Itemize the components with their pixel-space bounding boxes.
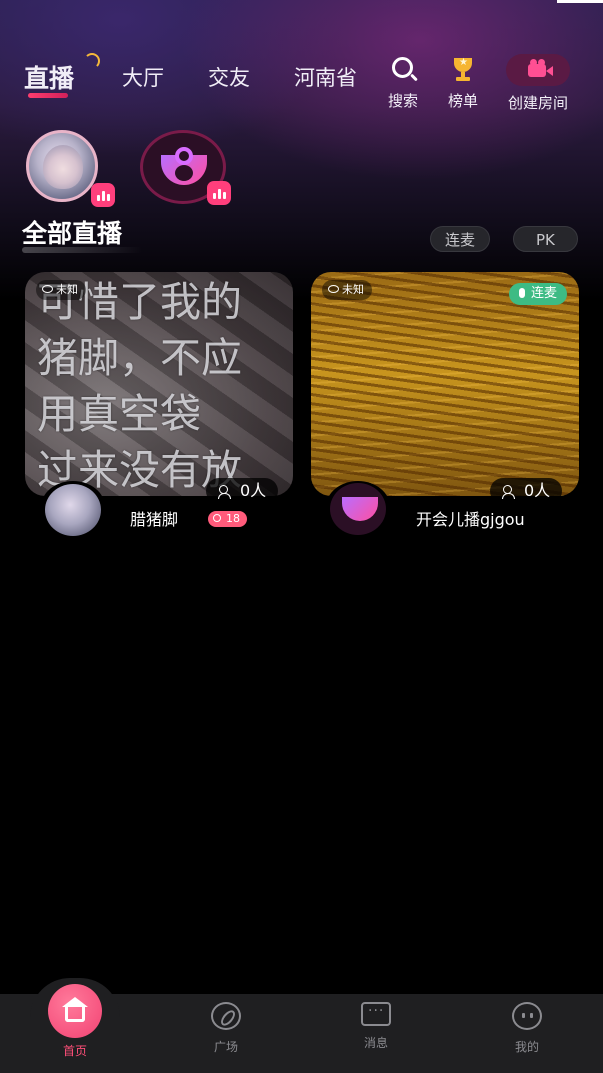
active-tab-indicator [28, 93, 68, 98]
view-tag-label: 未知 [342, 283, 364, 296]
nav-home[interactable]: 首页 [35, 1042, 115, 1059]
tab-henan[interactable]: 河南省 [294, 62, 357, 92]
filter-chip-pk[interactable]: PK [513, 226, 578, 252]
view-tag: 未知 [36, 280, 86, 300]
tab-friends[interactable]: 交友 [208, 62, 250, 92]
live-room-card-2[interactable]: 未知 连麦 [311, 272, 579, 496]
view-tag: 未知 [322, 280, 372, 300]
nav-profile-label: 我的 [514, 1040, 539, 1054]
eye-icon [328, 285, 339, 293]
level-value: 18 [226, 512, 240, 525]
profile-icon [512, 1002, 542, 1030]
status-strip [557, 0, 603, 3]
leaderboard-button[interactable]: ★ 榜单 [448, 56, 478, 111]
microphone-icon [518, 288, 525, 298]
mic-link-label: 连麦 [530, 286, 557, 301]
search-icon [389, 56, 418, 84]
viewer-count-label: 0人 [240, 481, 267, 500]
level-badge: 18 [208, 511, 247, 527]
avatar-image [43, 145, 83, 189]
mic-link-tag: 连麦 [508, 283, 567, 305]
leaderboard-label: 榜单 [448, 92, 479, 110]
section-title: 全部直播 [22, 219, 123, 248]
host-avatar-image [330, 483, 386, 535]
nav-square-label: 广场 [213, 1040, 238, 1054]
create-room-button[interactable]: 创建房间 [506, 54, 570, 113]
create-room-label: 创建房间 [507, 94, 568, 112]
host-name: 开会儿播gjgou [416, 510, 525, 529]
filter-chip-mic[interactable]: 连麦 [430, 226, 491, 252]
host-name: 腊猪脚 [130, 510, 179, 529]
viewer-count: 0人 [490, 478, 563, 504]
home-icon[interactable] [48, 984, 102, 1038]
cover-caption-line: 用真空袋 [37, 390, 201, 438]
people-icon [502, 485, 518, 499]
viewer-count-label: 0人 [524, 481, 551, 500]
live-bars-icon [91, 183, 115, 207]
search-button[interactable]: 搜索 [388, 56, 418, 111]
people-icon [218, 485, 234, 499]
eye-icon [42, 285, 53, 293]
nav-messages[interactable]: 消息 [336, 1002, 416, 1051]
host-avatar[interactable] [326, 481, 390, 535]
tab-sparkle-icon [84, 53, 100, 69]
nav-profile[interactable]: 我的 [487, 1002, 567, 1055]
tab-hall[interactable]: 大厅 [122, 62, 164, 92]
cover-caption-line: 猪脚，不应 [37, 334, 242, 382]
live-room-card-1[interactable]: 可惜了我的 猪脚，不应 用真空袋 过来没有放 未知 [25, 272, 293, 496]
video-camera-icon [506, 54, 570, 86]
tab-live-label: 直播 [24, 64, 75, 93]
live-avatar-2[interactable] [140, 130, 231, 205]
compass-icon [211, 1002, 241, 1030]
live-avatar-1[interactable] [26, 130, 115, 207]
host-avatar-image [45, 484, 101, 536]
level-icon [213, 514, 221, 522]
search-label: 搜索 [388, 92, 419, 110]
trophy-icon: ★ [449, 56, 477, 84]
nav-square[interactable]: 广场 [186, 1002, 266, 1055]
live-bars-icon [207, 181, 231, 205]
app-screen: 直播 大厅 交友 河南省 搜索 ★ 榜单 创建房间 全部直播 连麦 PK 可惜了… [0, 0, 603, 1073]
tab-live[interactable]: 直播 [24, 53, 100, 98]
nav-messages-label: 消息 [363, 1036, 388, 1050]
app-logo-icon [161, 147, 207, 187]
app-logo-icon [342, 497, 378, 521]
message-icon [361, 1002, 391, 1026]
viewer-count: 0人 [206, 478, 279, 504]
view-tag-label: 未知 [56, 283, 78, 296]
nav-home-label: 首页 [62, 1044, 87, 1058]
host-avatar[interactable] [41, 481, 105, 536]
cover-caption: 可惜了我的 猪脚，不应 用真空袋 过来没有放 [37, 274, 242, 496]
